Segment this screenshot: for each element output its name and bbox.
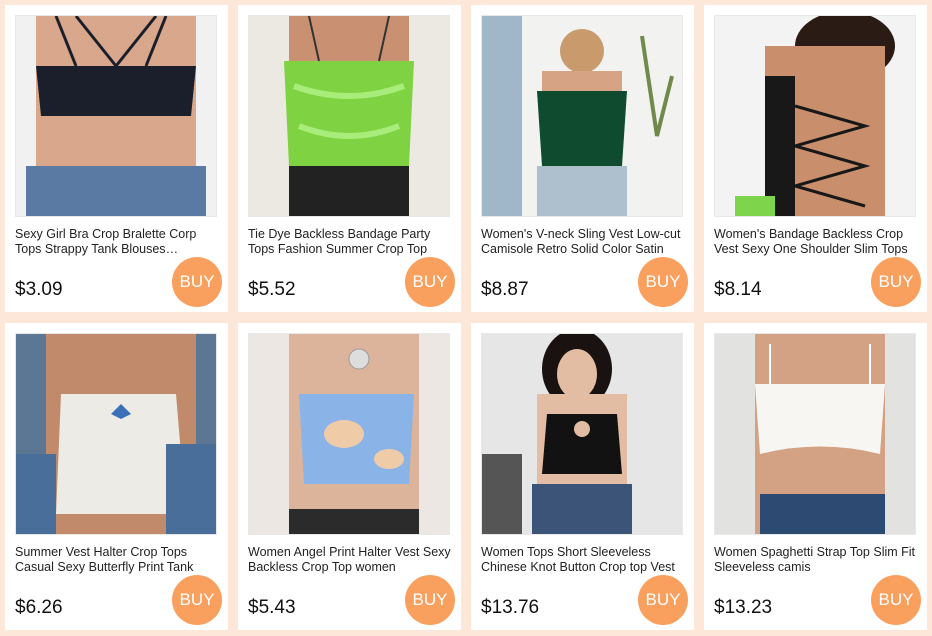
product-title[interactable]: Women's Bandage Backless Crop Vest Sexy … (714, 227, 919, 257)
product-card[interactable]: Sexy Girl Bra Crop Bralette Corp Tops St… (5, 5, 228, 312)
product-card[interactable]: Women Tops Short Sleeveless Chinese Knot… (471, 323, 694, 630)
product-title[interactable]: Women Spaghetti Strap Top Slim Fit Sleev… (714, 545, 919, 575)
product-image[interactable] (714, 15, 916, 217)
buy-button[interactable]: BUY (638, 257, 688, 307)
product-title[interactable]: Women Tops Short Sleeveless Chinese Knot… (481, 545, 686, 575)
product-title[interactable]: Women Angel Print Halter Vest Sexy Backl… (248, 545, 453, 575)
product-price: $5.43 (248, 597, 296, 618)
product-card[interactable]: Summer Vest Halter Crop Tops Casual Sexy… (5, 323, 228, 630)
product-title[interactable]: Sexy Girl Bra Crop Bralette Corp Tops St… (15, 227, 220, 257)
product-image[interactable] (248, 15, 450, 217)
buy-button[interactable]: BUY (172, 257, 222, 307)
product-image[interactable] (714, 333, 916, 535)
buy-button[interactable]: BUY (638, 575, 688, 625)
buy-button[interactable]: BUY (172, 575, 222, 625)
buy-button[interactable]: BUY (405, 257, 455, 307)
product-title[interactable]: Tie Dye Backless Bandage Party Tops Fash… (248, 227, 453, 257)
product-price: $3.09 (15, 279, 63, 300)
product-image[interactable] (15, 333, 217, 535)
product-grid: Sexy Girl Bra Crop Bralette Corp Tops St… (0, 0, 932, 636)
product-image[interactable] (481, 333, 683, 535)
product-card[interactable]: Women's V-neck Sling Vest Low-cut Camiso… (471, 5, 694, 312)
product-image[interactable] (15, 15, 217, 217)
product-price: $8.87 (481, 279, 529, 300)
product-price: $13.76 (481, 597, 540, 618)
product-price: $8.14 (714, 279, 762, 300)
product-price: $13.23 (714, 597, 773, 618)
product-card[interactable]: Women's Bandage Backless Crop Vest Sexy … (704, 5, 927, 312)
product-price: $6.26 (15, 597, 63, 618)
buy-button[interactable]: BUY (405, 575, 455, 625)
product-image[interactable] (248, 333, 450, 535)
product-card[interactable]: Women Angel Print Halter Vest Sexy Backl… (238, 323, 461, 630)
product-card[interactable]: Tie Dye Backless Bandage Party Tops Fash… (238, 5, 461, 312)
product-card[interactable]: Women Spaghetti Strap Top Slim Fit Sleev… (704, 323, 927, 630)
product-image[interactable] (481, 15, 683, 217)
product-title[interactable]: Summer Vest Halter Crop Tops Casual Sexy… (15, 545, 220, 575)
product-price: $5.52 (248, 279, 296, 300)
buy-button[interactable]: BUY (871, 575, 921, 625)
product-title[interactable]: Women's V-neck Sling Vest Low-cut Camiso… (481, 227, 686, 257)
buy-button[interactable]: BUY (871, 257, 921, 307)
